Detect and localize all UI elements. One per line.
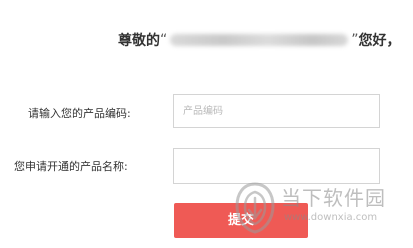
open-quote: “ — [160, 32, 168, 48]
product-name-label: 您申请开通的产品名称: — [14, 160, 128, 173]
greeting-line: 尊敬的 “ ” 您好， — [118, 30, 401, 50]
greeting-suffix: 您好， — [358, 33, 401, 49]
close-quote: ” — [351, 32, 359, 48]
submit-button[interactable]: 提交 — [174, 203, 308, 238]
product-code-input[interactable] — [173, 94, 380, 128]
product-code-label: 请输入您的产品编码: — [28, 107, 131, 120]
greeting-prefix: 尊敬的 — [118, 33, 160, 49]
blurred-customer-name — [170, 34, 349, 46]
product-name-input[interactable] — [173, 148, 380, 184]
